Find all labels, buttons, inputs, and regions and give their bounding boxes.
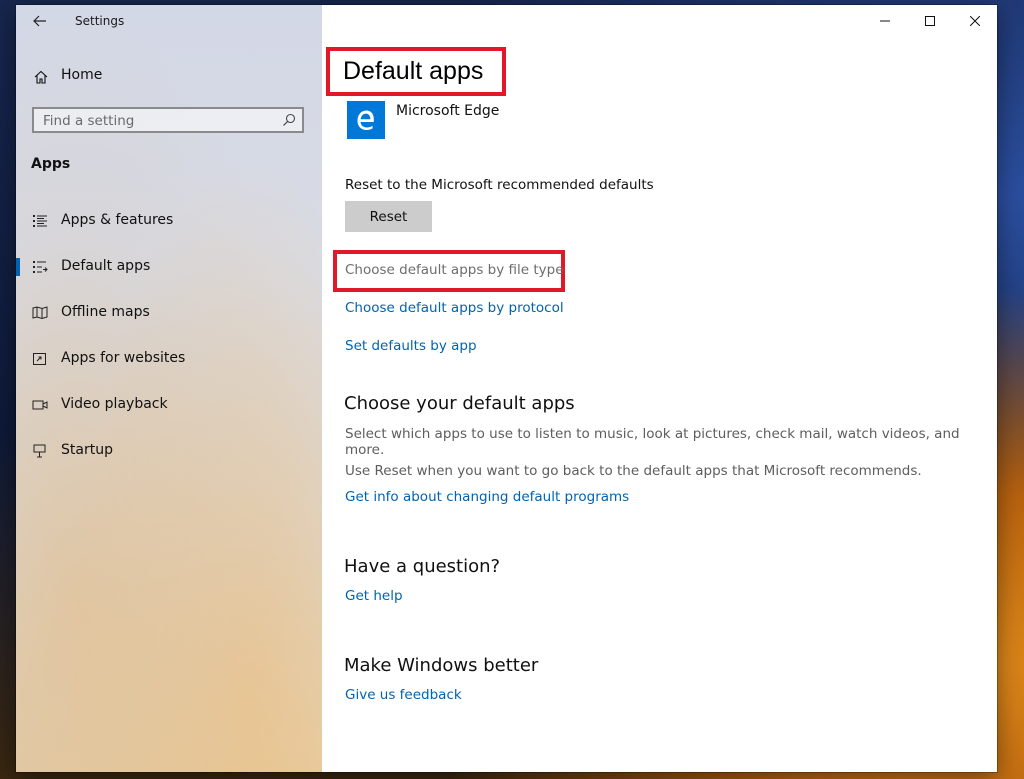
give-feedback-link[interactable]: Give us feedback [345, 687, 462, 703]
back-arrow-icon [33, 15, 46, 27]
minimize-button[interactable] [862, 5, 907, 37]
choose-by-file-type-link[interactable]: Choose default apps by file type [345, 262, 564, 278]
main-content: Default apps Microsoft Edge Reset to the… [322, 5, 997, 772]
title-bar-left: Settings [16, 5, 322, 37]
map-icon [32, 306, 48, 320]
have-a-question-heading: Have a question? [344, 556, 501, 577]
reset-note: Use Reset when you want to go back to th… [345, 463, 922, 479]
close-button[interactable] [952, 5, 997, 37]
get-help-link[interactable]: Get help [345, 588, 403, 604]
sidebar-item-label: Apps for websites [61, 350, 186, 366]
settings-window: Settings Home Apps Apps & features [16, 5, 997, 772]
home-icon [34, 70, 48, 84]
reset-description: Reset to the Microsoft recommended defau… [345, 177, 654, 193]
set-defaults-by-app-link[interactable]: Set defaults by app [345, 338, 477, 354]
maximize-icon [924, 16, 935, 26]
current-app-name: Microsoft Edge [396, 103, 500, 119]
open-in-app-icon [33, 353, 46, 365]
sidebar-item-label: Video playback [61, 396, 168, 412]
sidebar-item-label: Apps & features [61, 212, 174, 228]
default-apps-icon [33, 261, 48, 273]
startup-icon [33, 444, 46, 458]
sidebar-item-label: Startup [61, 442, 113, 458]
search-input[interactable] [34, 109, 285, 133]
close-icon [969, 16, 980, 26]
search-box [32, 107, 304, 133]
selected-indicator [16, 258, 20, 276]
default-programs-info-link[interactable]: Get info about changing default programs [345, 489, 629, 505]
search-icon[interactable] [282, 113, 296, 127]
sidebar-item-label: Home [61, 67, 103, 83]
sidebar-item-apps-for-websites[interactable]: Apps for websites [16, 342, 322, 376]
sidebar-item-video-playback[interactable]: Video playback [16, 388, 322, 422]
maximize-button[interactable] [907, 5, 952, 37]
section-label-apps: Apps [31, 156, 71, 172]
sidebar-item-label: Offline maps [61, 304, 150, 320]
edge-icon [357, 110, 374, 130]
page-title: Default apps [343, 57, 484, 85]
video-icon [32, 400, 48, 410]
sidebar-item-label: Default apps [61, 258, 151, 274]
back-button[interactable] [26, 10, 54, 32]
choose-by-protocol-link[interactable]: Choose default apps by protocol [345, 300, 564, 316]
choose-default-apps-heading: Choose your default apps [344, 393, 575, 414]
sidebar-item-default-apps[interactable]: Default apps [16, 250, 322, 284]
sidebar-item-apps-features[interactable]: Apps & features [16, 204, 322, 238]
sidebar-item-offline-maps[interactable]: Offline maps [16, 296, 322, 330]
edge-app-tile[interactable] [347, 101, 385, 139]
sidebar-item-home[interactable]: Home [16, 63, 322, 91]
apps-features-icon [33, 215, 47, 227]
reset-button[interactable]: Reset [345, 201, 432, 232]
sidebar-item-startup[interactable]: Startup [16, 434, 322, 468]
sidebar: Settings Home Apps Apps & features [16, 5, 322, 772]
app-title: Settings [75, 14, 125, 28]
choose-default-apps-description: Select which apps to use to listen to mu… [345, 426, 960, 458]
caption-buttons [862, 5, 997, 37]
make-windows-better-heading: Make Windows better [344, 655, 539, 676]
minimize-icon [879, 20, 890, 22]
